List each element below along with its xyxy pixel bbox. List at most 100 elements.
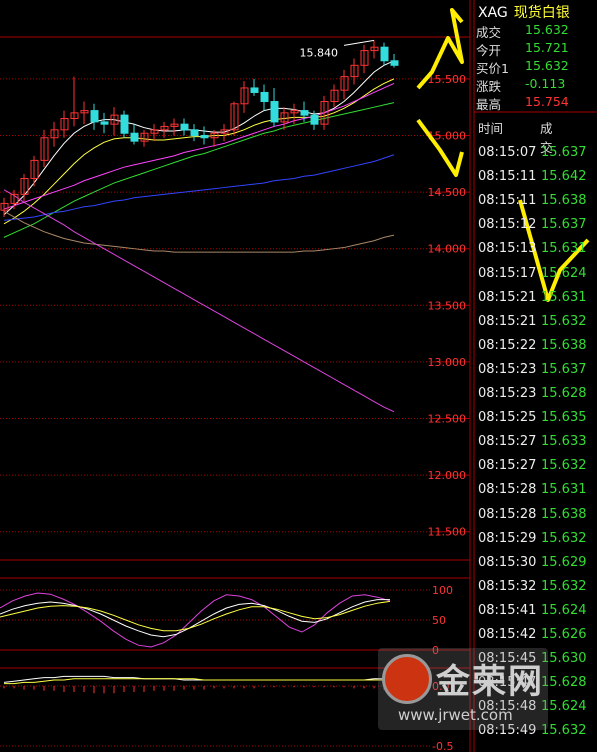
trade-price: 15.631	[541, 482, 587, 498]
trade-time: 08:15:17	[478, 265, 537, 281]
trade-row: 08:15:07 15.637	[478, 145, 596, 165]
trade-time: 08:15:41	[478, 602, 537, 618]
trade-time: 08:15:07	[478, 145, 537, 160]
quote-row: 买价1 15.632	[476, 58, 596, 76]
trade-time: 08:15:12	[478, 217, 537, 233]
trade-price: 15.638	[541, 193, 587, 209]
trade-time: 08:15:23	[478, 361, 537, 377]
candle-body	[90, 110, 99, 123]
trade-price: 15.631	[541, 289, 587, 305]
candle-body	[270, 101, 279, 123]
candle-body	[300, 110, 309, 116]
quote-value: 15.721	[525, 40, 569, 55]
quote-label: 买价1	[476, 61, 509, 76]
moving-average-line	[3, 78, 395, 225]
candle-body	[120, 114, 129, 134]
quote-value: 15.632	[525, 58, 569, 73]
trade-price: 15.624	[541, 265, 587, 281]
trade-price: 15.632	[541, 313, 587, 329]
y-tick-label: 12.000	[428, 469, 467, 482]
candle-body	[250, 87, 259, 93]
trade-time: 08:15:21	[478, 313, 537, 329]
trade-table-header: 时间 成交	[478, 118, 553, 155]
trade-row: 08:15:28 15.638	[478, 507, 596, 527]
quote-label: 成交	[476, 25, 502, 40]
quote-row: 涨跌 -0.113	[476, 76, 596, 94]
instrument-name: 现货白银	[513, 5, 570, 21]
trade-price: 15.631	[541, 241, 587, 257]
symbol-label: XAG	[478, 5, 508, 21]
watermark-logo-icon	[382, 654, 432, 704]
trade-time: 08:15:27	[478, 458, 537, 474]
candle-body	[190, 129, 199, 136]
trade-price: 15.642	[541, 169, 587, 185]
quote-label: 今开	[476, 43, 502, 58]
y-tick-label: 15.500	[428, 73, 467, 86]
trade-time: 08:15:21	[478, 289, 537, 305]
trade-time: 08:15:28	[478, 506, 537, 522]
trade-row: 08:15:23 15.637	[478, 362, 596, 382]
trade-row: 08:15:27 15.632	[478, 458, 596, 478]
quote-label: 涨跌	[476, 79, 502, 94]
trade-row: 08:15:11 15.638	[478, 193, 596, 213]
quote-value: 15.632	[525, 22, 569, 37]
trade-row: 08:15:21 15.632	[478, 314, 596, 334]
high-marker-line	[343, 39, 375, 46]
candle-body	[390, 60, 399, 66]
trade-price: 15.628	[541, 386, 587, 401]
trade-time: 08:15:30	[478, 554, 537, 570]
trade-time: 08:15:23	[478, 386, 537, 401]
trade-row: 08:15:28 15.631	[478, 482, 596, 502]
trade-price: 15.637	[541, 145, 587, 160]
trade-time: 08:15:27	[478, 434, 537, 450]
kd-line	[0, 600, 391, 632]
trade-price: 15.626	[541, 627, 587, 642]
candle-body	[200, 134, 209, 139]
trade-price: 15.637	[541, 217, 587, 233]
candle-body	[180, 123, 189, 131]
trade-price: 15.632	[541, 458, 587, 474]
macd-tick-label: -0.5	[432, 740, 453, 752]
trade-price: 15.633	[541, 434, 587, 450]
trade-row: 08:15:13 15.631	[478, 241, 596, 261]
moving-average-line	[3, 154, 395, 221]
y-tick-label: 12.500	[428, 412, 467, 425]
trade-row: 08:15:12 15.637	[478, 217, 596, 237]
moving-average-line	[3, 189, 395, 413]
candle-body	[310, 114, 319, 125]
trade-row: 08:15:42 15.626	[478, 627, 596, 647]
trade-price: 15.637	[541, 361, 587, 377]
trade-time: 08:15:32	[478, 578, 537, 594]
trade-price: 15.632	[541, 578, 587, 594]
trade-row: 08:15:22 15.638	[478, 338, 596, 358]
kd-line	[0, 599, 390, 638]
trade-row: 08:15:29 15.632	[478, 531, 596, 551]
high-annotation: 15.840	[300, 46, 339, 59]
trade-price: 15.635	[541, 410, 587, 426]
candle-body	[380, 46, 389, 62]
watermark: 金荣网 www.jrwet.com	[378, 648, 548, 730]
quote-row: 最高 15.754	[476, 94, 596, 112]
quote-panel: XAG 现货白银 成交 15.632 今开 15.721 买价1 15.632 涨跌 -0.11…	[474, 0, 597, 752]
kd-tick-label: 50	[432, 614, 446, 627]
trade-row: 08:15:25 15.635	[478, 410, 596, 430]
moving-average-line	[3, 210, 395, 253]
candle-body	[130, 132, 139, 142]
trade-row: 08:15:17 15.624	[478, 266, 596, 286]
time-column-header: 时间	[478, 121, 504, 136]
trade-time: 08:15:11	[478, 193, 537, 209]
instrument-header: XAG 现货白银	[478, 2, 570, 22]
trade-row: 08:15:23 15.628	[478, 386, 596, 406]
quote-row: 成交 15.632	[476, 22, 596, 40]
trade-row: 08:15:21 15.631	[478, 290, 596, 310]
y-tick-label: 13.000	[428, 356, 467, 369]
trade-price: 15.632	[541, 530, 587, 546]
y-tick-label: 13.500	[428, 299, 467, 312]
trade-time: 08:15:22	[478, 337, 537, 353]
kd-tick-label: 100	[432, 584, 453, 597]
trade-row: 08:15:27 15.633	[478, 434, 596, 454]
watermark-url: www.jrwet.com	[398, 706, 513, 724]
trade-row: 08:15:11 15.642	[478, 169, 596, 189]
trade-row: 08:15:30 15.629	[478, 555, 596, 575]
trade-price: 15.638	[541, 337, 587, 353]
